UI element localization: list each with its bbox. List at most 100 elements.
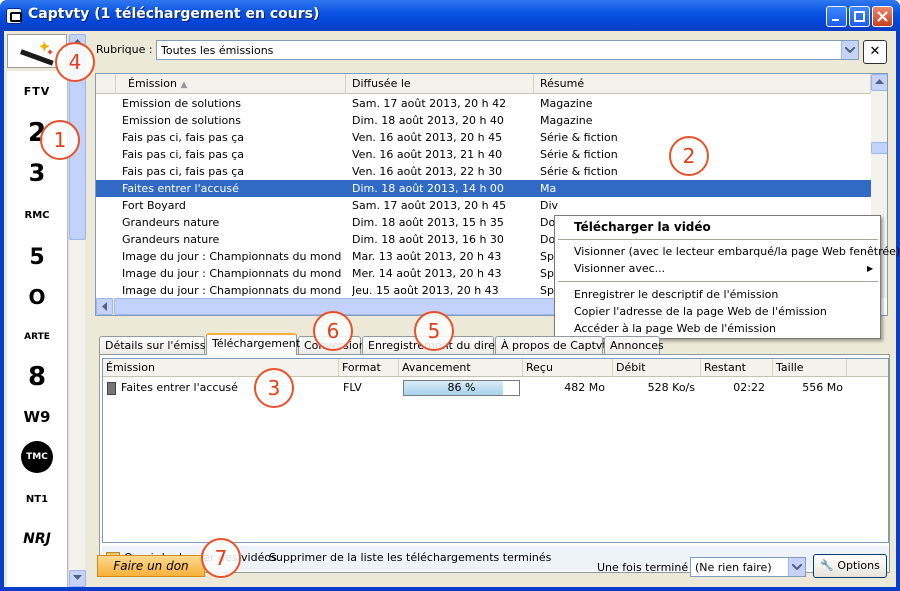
dl-progress-text: 86 % (447, 381, 476, 394)
menu-item-copy-url[interactable]: Copier l'adresse de la page Web de l'émi… (574, 305, 827, 318)
menu-item-save-description[interactable]: Enregistrer le descriptif de l'émission (574, 288, 778, 301)
menu-item-open-web[interactable]: Accéder à la page Web de l'émission (574, 322, 776, 335)
channel-logo-5[interactable]: 5 (17, 241, 57, 273)
scroll-down-button[interactable] (69, 570, 86, 587)
close-icon (877, 11, 888, 22)
annotation-4: 4 (55, 42, 95, 82)
close-window-button[interactable] (872, 6, 893, 27)
dl-header-emission[interactable]: Émission (103, 359, 339, 377)
grid-cell-resume: Div (540, 199, 559, 212)
menu-item-watch-embedded[interactable]: Visionner (avec le lecteur embarqué/la p… (574, 245, 900, 258)
grid-cell-date: Jeu. 15 août 2013, 20 h 43 (352, 284, 499, 297)
tab-details[interactable]: Détails sur l'émission (99, 336, 222, 354)
app-tv-icon (6, 8, 22, 24)
grid-header-emission-label: Émission (128, 77, 177, 90)
channel-logo-12[interactable]: NRJ (17, 523, 57, 555)
channel-logo-11[interactable]: NT1 (17, 483, 57, 515)
rubrique-dropdown-button[interactable] (841, 41, 858, 59)
rubrique-select[interactable]: Toutes les émissions (156, 40, 859, 60)
grid-cell-resume: Magazine (540, 114, 593, 127)
grid-scroll-up-button[interactable] (871, 74, 887, 91)
grid-cell-emission: Faites entrer l'accusé (122, 182, 239, 195)
dl-header-avancement[interactable]: Avancement (399, 359, 523, 377)
wrench-icon: 🔧 (820, 559, 834, 572)
dl-debit: 528 Ko/s (647, 381, 695, 394)
channel-logo-4[interactable]: RMC (17, 199, 57, 231)
dl-header-taille[interactable]: Taille (773, 359, 847, 377)
when-done-select[interactable]: (Ne rien faire) (690, 557, 806, 577)
menu-item-download[interactable]: Télécharger la vidéo (574, 220, 711, 234)
clear-filter-button[interactable]: ✕ (863, 40, 887, 64)
grid-cell-date: Dim. 18 août 2013, 16 h 30 (352, 233, 504, 246)
grid-cell-date: Mar. 13 août 2013, 20 h 43 (352, 250, 502, 263)
grid-cell-date: Sam. 17 août 2013, 20 h 45 (352, 199, 507, 212)
channel-logo-7[interactable]: ARTE (17, 321, 57, 353)
dl-header-debit[interactable]: Débit (613, 359, 701, 377)
donate-button[interactable]: Faire un don (97, 555, 205, 577)
grid-header-resume[interactable]: Résumé (534, 74, 871, 94)
grid-row[interactable]: Fort Boyard Sam. 17 août 2013, 20 h 45 Div (96, 197, 871, 214)
channel-sidebar: FTV 2 3 RMC 5 O ARTE 8 W9 TMC NT1 NRJ (4, 31, 86, 587)
grid-scroll-thumb[interactable] (871, 142, 887, 154)
grid-cell-emission: Image du jour : Championnats du monde ..… (122, 284, 342, 297)
grid-header-emission[interactable]: Émission ▲ (116, 74, 346, 94)
grid-header-spacer (96, 74, 116, 94)
context-menu: Télécharger la vidéo Visionner (avec le … (554, 215, 900, 339)
annotation-6: 6 (313, 311, 353, 351)
app-window: Captvty (1 téléchargement en cours) FTV … (0, 0, 900, 591)
dl-recu: 482 Mo (564, 381, 605, 394)
channel-scrollbar[interactable] (68, 34, 86, 587)
maximize-icon (854, 11, 865, 22)
grid-cell-emission: Fais pas ci, fais pas ça (122, 148, 245, 161)
download-row[interactable]: Faites entrer l'accusé FLV 86 % 482 Mo 5… (103, 378, 888, 398)
when-done-dropdown-button[interactable] (788, 558, 805, 576)
channel-logo-8[interactable]: 8 (17, 361, 57, 393)
grid-cell-date: Sam. 17 août 2013, 20 h 42 (352, 97, 507, 110)
channel-logo-1[interactable]: FTV (17, 75, 57, 107)
grid-row[interactable]: Emission de solutions Sam. 17 août 2013, … (96, 95, 871, 112)
tab-a-propos[interactable]: À propos de Captvty (495, 336, 613, 354)
options-button[interactable]: 🔧 Options (813, 554, 887, 578)
dl-taille: 556 Mo (802, 381, 843, 394)
chevron-down-icon (792, 564, 802, 570)
channel-logo-6[interactable]: O (17, 281, 57, 313)
grid-row[interactable]: Fais pas ci, fais pas ça Ven. 16 août 201… (96, 163, 871, 180)
download-list[interactable]: Émission Format Avancement Reçu Débit Re… (102, 358, 889, 543)
grid-cell-date: Ven. 16 août 2013, 22 h 30 (352, 165, 503, 178)
dl-header-recu[interactable]: Reçu (523, 359, 613, 377)
client-area: FTV 2 3 RMC 5 O ARTE 8 W9 TMC NT1 NRJ Ru… (4, 31, 900, 587)
grid-row[interactable]: Emission de solutions Dim. 18 août 2013, … (96, 112, 871, 129)
grid-cell-emission: Image du jour : Championnats du monde ..… (122, 267, 342, 280)
annotation-2: 2 (669, 136, 709, 176)
channel-logo-10[interactable]: TMC (21, 441, 53, 473)
chevron-up-icon (875, 79, 884, 84)
grid-row[interactable]: Fais pas ci, fais pas ça Ven. 16 août 201… (96, 129, 871, 146)
sort-asc-icon: ▲ (180, 80, 188, 90)
grid-row[interactable]: Fais pas ci, fais pas ça Ven. 16 août 201… (96, 146, 871, 163)
grid-scroll-left-button[interactable] (96, 298, 113, 315)
title-bar[interactable]: Captvty (1 téléchargement en cours) (0, 0, 900, 31)
chevron-left-icon (102, 302, 107, 311)
grid-cell-date: Ven. 16 août 2013, 20 h 45 (352, 131, 503, 144)
menu-item-watch-with[interactable]: Visionner avec... (574, 262, 665, 275)
remove-done-link[interactable]: Supprimer de la liste les téléchargement… (269, 546, 551, 570)
grid-cell-emission: Emission de solutions (122, 97, 241, 110)
grid-row[interactable]: Faites entrer l'accusé Dim. 18 août 2013,… (96, 180, 871, 197)
grid-header-date[interactable]: Diffusée le (346, 74, 534, 94)
minimize-button[interactable] (826, 6, 847, 27)
channel-logo-3[interactable]: 3 (17, 157, 57, 189)
tab-annonces[interactable]: Annonces (604, 336, 664, 354)
tab-telechargement[interactable]: Téléchargement (206, 333, 300, 355)
dl-header-format[interactable]: Format (339, 359, 399, 377)
chevron-down-icon (845, 47, 855, 53)
grid-cell-resume: Ma (540, 182, 557, 195)
chevron-down-icon (73, 575, 82, 580)
channel-logo-9[interactable]: W9 (17, 401, 57, 433)
dl-header-restant[interactable]: Restant (701, 359, 773, 377)
download-list-header: Émission Format Avancement Reçu Débit Re… (103, 359, 888, 377)
maximize-button[interactable] (849, 6, 870, 27)
grid-header: Émission ▲ Diffusée le Résumé (96, 74, 871, 94)
grid-cell-emission: Image du jour : Championnats du monde ..… (122, 250, 342, 263)
video-file-icon (107, 382, 116, 395)
minimize-icon (832, 19, 839, 21)
